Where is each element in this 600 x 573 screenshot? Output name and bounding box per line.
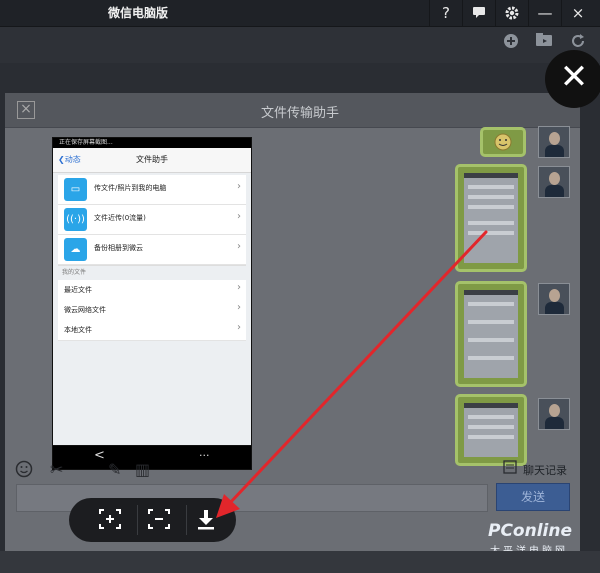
- watermark-logo: PConline: [488, 521, 573, 541]
- bottom-strip: [0, 551, 600, 573]
- annotation-arrow: [216, 230, 488, 518]
